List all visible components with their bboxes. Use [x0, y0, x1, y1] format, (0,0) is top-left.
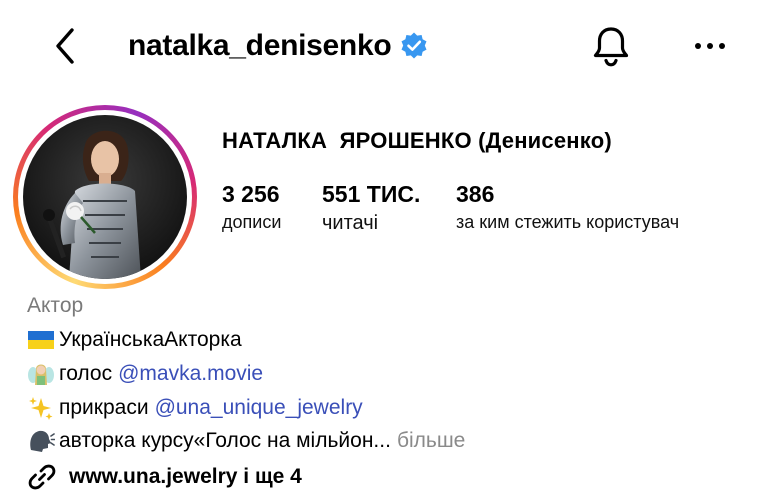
bio-line: прикраси @una_unique_jewelry — [27, 395, 363, 421]
profile-full-name: НАТАЛКА ЯРОШЕНКО (Денисенко) — [222, 128, 612, 153]
posts-count: 3 256 — [222, 181, 280, 207]
posts-stat[interactable]: 3 256 дописи — [222, 181, 281, 233]
bio-line: голос @mavka.movie — [27, 361, 263, 387]
bio-line-4-text: авторка курсу«Голос на мільйон... — [59, 429, 391, 452]
link-icon — [28, 464, 56, 490]
followers-count: 551 ТИС. — [322, 181, 421, 207]
bio-line: авторка курсу«Голос на мільйон... більше — [27, 428, 465, 454]
mention-link[interactable]: @una_unique_jewelry — [155, 396, 363, 420]
more-icon — [695, 43, 725, 49]
following-label: за ким стежить користувач — [456, 212, 680, 232]
notifications-button[interactable] — [590, 24, 632, 68]
followers-stat[interactable]: 551 ТИС. читачі — [322, 181, 420, 235]
username: natalka_denisenko — [128, 29, 392, 62]
following-count: 386 — [456, 181, 495, 207]
ukraine-flag-icon — [28, 331, 54, 349]
back-button[interactable] — [46, 26, 86, 66]
fairy-icon — [28, 364, 54, 385]
bio-line-2-text: голос — [59, 362, 113, 385]
avatar — [23, 115, 187, 279]
speaking-head-icon — [30, 430, 55, 452]
followers-label: читачі — [322, 212, 379, 234]
header-username: natalka_denisenko — [128, 26, 429, 66]
posts-label: дописи — [222, 212, 282, 232]
profile-link[interactable]: www.una.jewelry і ще 4 — [69, 465, 302, 489]
following-stat[interactable]: 386 за ким стежить користувач — [456, 181, 679, 233]
bio-line: УкраїнськаАкторка — [27, 327, 242, 353]
profile-link-row[interactable]: www.una.jewelry і ще 4 — [27, 462, 302, 492]
more-options-button[interactable] — [690, 28, 730, 64]
profile-avatar-ring[interactable] — [13, 105, 197, 289]
bio-line-1-text: УкраїнськаАкторка — [59, 328, 242, 351]
sparkles-icon — [29, 397, 53, 420]
bio-line-3-text: прикраси — [59, 396, 149, 419]
back-icon — [56, 28, 74, 64]
profile-category: Актор — [27, 294, 84, 317]
mention-link[interactable]: @mavka.movie — [118, 362, 263, 386]
bell-icon — [593, 27, 629, 67]
bio-more-button[interactable]: більше — [397, 429, 465, 453]
verified-icon — [401, 32, 427, 59]
